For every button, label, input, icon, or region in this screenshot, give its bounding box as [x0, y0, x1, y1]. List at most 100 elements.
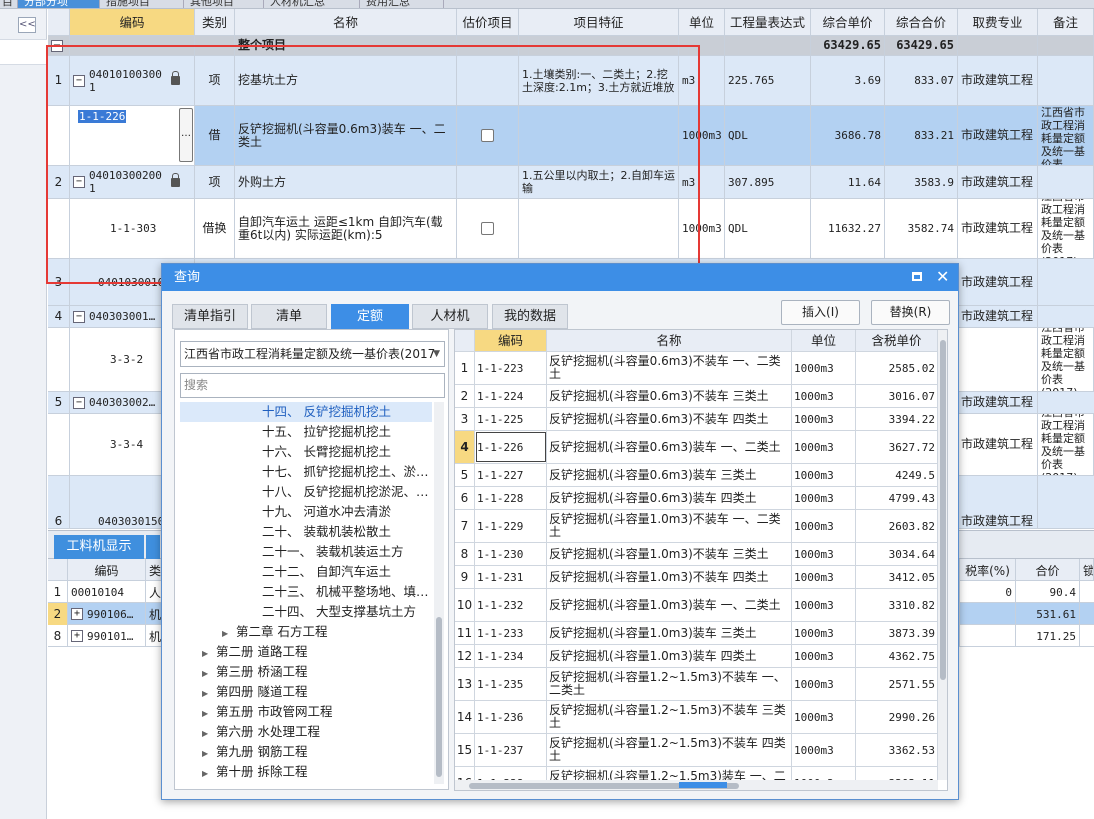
tab-other[interactable]: 其他项目: [184, 0, 264, 8]
search-input[interactable]: 搜索: [180, 373, 445, 398]
expand-box-icon[interactable]: +: [71, 630, 83, 642]
expand-box-icon[interactable]: +: [71, 608, 83, 620]
row-tax[interactable]: [959, 625, 1016, 647]
tree-item[interactable]: 十九、 河道水冲去清淤: [180, 502, 432, 522]
collapse-box-icon[interactable]: −: [73, 310, 85, 323]
tree-item[interactable]: ▶ 第十册 拆除工程: [180, 762, 432, 782]
row-code-editor[interactable]: 1-1-226 …: [70, 106, 195, 165]
table-row[interactable]: 11 1-1-233 反铲挖掘机(斗容量1.0m3)装车 三类土 1000m3 3873…: [455, 622, 938, 645]
row-estimate[interactable]: [457, 106, 519, 165]
sidebar-selected-item[interactable]: [0, 39, 47, 65]
row-unit[interactable]: 1000m3: [792, 668, 856, 700]
row-name[interactable]: 挖基坑土方: [235, 56, 457, 105]
row-price[interactable]: 3362.53: [856, 734, 938, 766]
expand-arrow-icon[interactable]: ▶: [202, 764, 216, 782]
row-code[interactable]: 1-1-235: [475, 668, 547, 700]
row-name[interactable]: 反铲挖掘机(斗容量1.0m3)不装车 一、二类土: [547, 510, 792, 542]
header-price[interactable]: 含税单价: [856, 330, 938, 351]
row-code[interactable]: +990101…: [68, 625, 146, 647]
row-name[interactable]: 反铲挖掘机(斗容量0.6m3)不装车 三类土: [547, 385, 792, 407]
tree-item[interactable]: ▶ 第五册 市政管网工程: [180, 702, 432, 722]
expand-arrow-icon[interactable]: ▶: [202, 644, 216, 662]
table-row[interactable]: 2 −040103002001 项 外购土方 1.五公里以内取土；2.自卸车运输…: [48, 166, 1094, 199]
collapse-sidebar-button[interactable]: <<: [18, 17, 36, 33]
tree-item[interactable]: 二十一、 装载机装运土方: [180, 542, 432, 562]
row-unit[interactable]: 1000m3: [792, 385, 856, 407]
table-row[interactable]: 1 −040101003001 项 挖基坑土方 1.土壤类别:一、二类土；2.挖…: [48, 56, 1094, 106]
tab-quota[interactable]: 定额: [331, 304, 409, 329]
tab-fees[interactable]: 费用汇总: [360, 0, 444, 8]
tab-project[interactable]: 目: [0, 0, 18, 8]
row-major[interactable]: 市政建筑工程: [958, 199, 1038, 258]
row-unit[interactable]: 1000m3: [792, 589, 856, 621]
row-unit[interactable]: 1000m3: [792, 487, 856, 509]
row-price[interactable]: 3412.05: [856, 566, 938, 588]
row-code[interactable]: 1-1-232: [475, 589, 547, 621]
row-estimate[interactable]: [457, 199, 519, 258]
row-code[interactable]: 1-1-230: [475, 543, 547, 565]
row-major[interactable]: 市政建筑工程: [958, 306, 1038, 327]
vertical-scrollbar[interactable]: [938, 330, 947, 780]
row-tax[interactable]: 0: [959, 581, 1016, 603]
row-code[interactable]: 1-1-236: [475, 701, 547, 733]
tab-my-data[interactable]: 我的数据: [492, 304, 568, 329]
header-estimate[interactable]: 估价项目: [457, 9, 519, 35]
table-row[interactable]: 1-1-303 借换 自卸汽车运土 运距≤1km 自卸汽车(载重6t以内) 实际…: [48, 199, 1094, 259]
row-name[interactable]: 反铲挖掘机(斗容量0.6m3)装车 一、二类土: [235, 106, 457, 165]
row-code[interactable]: 1-1-226: [475, 431, 547, 463]
table-row[interactable]: 13 1-1-235 反铲挖掘机(斗容量1.2~1.5m3)不装车 一、二类土 100…: [455, 668, 938, 701]
tree-item[interactable]: ▶ 第四册 隧道工程: [180, 682, 432, 702]
row-name[interactable]: 自卸汽车运土 运距≤1km 自卸汽车(载重6t以内) 实际运距(km):5: [235, 199, 457, 258]
header-expr[interactable]: 工程量表达式: [725, 9, 811, 35]
collapse-box-icon[interactable]: −: [51, 39, 63, 52]
tree-item[interactable]: ▶ 第九册 钢筋工程: [180, 742, 432, 762]
tree-item[interactable]: ▶ 第二册 道路工程: [180, 642, 432, 662]
tree-item[interactable]: ▶ 第三册 桥涵工程: [180, 662, 432, 682]
table-row[interactable]: 6 1-1-228 反铲挖掘机(斗容量0.6m3)装车 四类土 1000m3 4799.…: [455, 487, 938, 510]
library-select[interactable]: 江西省市政工程消耗量定额及统一基价表(2017 ▼: [180, 341, 445, 367]
header-lock[interactable]: 锁: [1080, 559, 1094, 581]
collapse-box-icon[interactable]: −: [73, 396, 85, 409]
tab-resources[interactable]: 人材机汇总: [264, 0, 360, 8]
row-name[interactable]: 反铲挖掘机(斗容量1.2~1.5m3)不装车 四类土: [547, 734, 792, 766]
header-tax[interactable]: 税率(%): [959, 559, 1016, 581]
tree-item[interactable]: 二十三、 机械平整场地、填…: [180, 582, 432, 602]
row-name[interactable]: 反铲挖掘机(斗容量1.0m3)不装车 四类土: [547, 566, 792, 588]
row-name[interactable]: 反铲挖掘机(斗容量0.6m3)不装车 一、二类土: [547, 352, 792, 384]
scroll-thumb[interactable]: [940, 340, 946, 680]
dialog-title-bar[interactable]: 查询: [162, 264, 958, 291]
row-price[interactable]: 2585.02: [856, 352, 938, 384]
row-code[interactable]: 1-1-233: [475, 622, 547, 644]
row-major[interactable]: 市政建筑工程: [958, 476, 1038, 528]
table-row[interactable]: − 整个项目 63429.65 63429.65: [48, 36, 1094, 56]
code-input-text[interactable]: 1-1-226: [78, 110, 127, 123]
row-major[interactable]: 市政建筑工程: [958, 259, 1038, 305]
expand-arrow-icon[interactable]: ▶: [202, 684, 216, 702]
tree-item[interactable]: ▶ 第六册 水处理工程: [180, 722, 432, 742]
row-code[interactable]: 1-1-228: [475, 487, 547, 509]
close-icon[interactable]: ✕: [936, 267, 949, 287]
row-unit[interactable]: 1000m3: [792, 701, 856, 733]
table-row[interactable]: 7 1-1-229 反铲挖掘机(斗容量1.0m3)不装车 一、二类土 1000m3 26…: [455, 510, 938, 543]
scroll-thumb[interactable]: [436, 617, 442, 777]
tree-item[interactable]: 十六、 长臂挖掘机挖土: [180, 442, 432, 462]
row-major[interactable]: 市政建筑工程: [958, 166, 1038, 198]
row-code[interactable]: 1-1-234: [475, 645, 547, 667]
row-price[interactable]: 4249.5: [856, 464, 938, 486]
row-code[interactable]: 1-1-227: [475, 464, 547, 486]
tab-resources[interactable]: 人材机: [412, 304, 488, 329]
row-major[interactable]: 市政建筑工程: [958, 106, 1038, 165]
row-code[interactable]: 1-1-223: [475, 352, 547, 384]
row-code[interactable]: [70, 36, 195, 55]
tab-bill-guide[interactable]: 清单指引: [172, 304, 248, 329]
row-price[interactable]: 3394.22: [856, 408, 938, 430]
header-unit[interactable]: 单位: [792, 330, 856, 351]
splitter-handle[interactable]: [679, 782, 727, 788]
tree-item[interactable]: 十八、 反铲挖掘机挖淤泥、…: [180, 482, 432, 502]
collapse-box-icon[interactable]: −: [73, 176, 85, 188]
row-price[interactable]: 3627.72: [856, 431, 938, 463]
tab-resource-display[interactable]: 工料机显示: [54, 535, 144, 559]
row-price[interactable]: 2603.82: [856, 510, 938, 542]
row-name[interactable]: 反铲挖掘机(斗容量0.6m3)装车 四类土: [547, 487, 792, 509]
row-unit[interactable]: 1000m3: [792, 622, 856, 644]
